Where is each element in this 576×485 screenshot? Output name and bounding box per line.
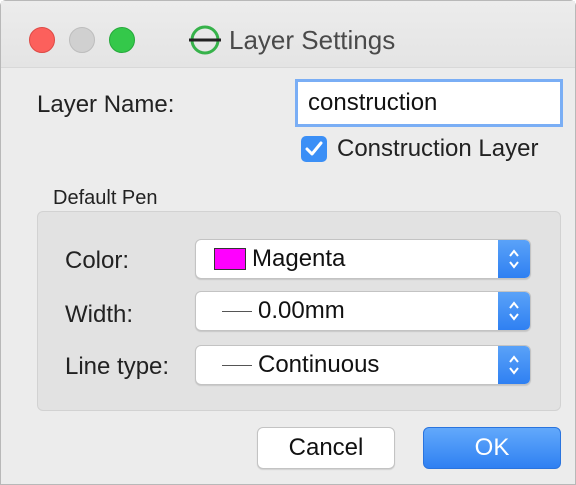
construction-layer-checkbox[interactable]	[301, 136, 327, 162]
color-select-value: Magenta	[252, 245, 346, 272]
width-label: Width:	[65, 301, 134, 328]
line-type-select-stepper[interactable]	[498, 346, 530, 384]
ok-button[interactable]: OK	[423, 427, 561, 469]
minimize-window-button[interactable]	[69, 27, 95, 53]
width-select[interactable]: 0.00mm	[195, 291, 531, 331]
line-preview-icon	[222, 364, 252, 366]
line-type-select-value: Continuous	[258, 351, 380, 378]
window-title: Layer Settings	[229, 24, 396, 55]
width-select-value: 0.00mm	[258, 297, 345, 324]
layer-settings-dialog: Layer Settings Layer Name: Construction …	[0, 0, 576, 485]
cancel-button[interactable]: Cancel	[257, 427, 395, 469]
construction-layer-label: Construction Layer	[337, 135, 539, 162]
color-select[interactable]: Magenta	[195, 239, 531, 279]
zoom-window-button[interactable]	[109, 27, 135, 53]
construction-layer-checkbox-row[interactable]: Construction Layer	[301, 135, 538, 163]
color-select-stepper[interactable]	[498, 240, 530, 278]
width-select-stepper[interactable]	[498, 292, 530, 330]
line-type-label: Line type:	[65, 353, 170, 380]
line-type-select[interactable]: Continuous	[195, 345, 531, 385]
layer-name-input[interactable]	[295, 79, 563, 127]
close-window-button[interactable]	[29, 27, 55, 53]
title-bar: Layer Settings	[1, 1, 575, 68]
chevron-up-down-icon	[509, 301, 519, 321]
window-title-area: Layer Settings	[187, 23, 395, 57]
chevron-up-down-icon	[509, 355, 519, 375]
default-pen-group-title: Default Pen	[53, 187, 158, 209]
layer-name-label: Layer Name:	[37, 91, 175, 118]
checkmark-icon	[305, 141, 323, 156]
color-swatch	[214, 248, 246, 270]
layer-app-icon	[189, 25, 221, 55]
chevron-up-down-icon	[509, 249, 519, 269]
line-preview-icon	[222, 310, 252, 312]
color-label: Color:	[65, 247, 130, 274]
